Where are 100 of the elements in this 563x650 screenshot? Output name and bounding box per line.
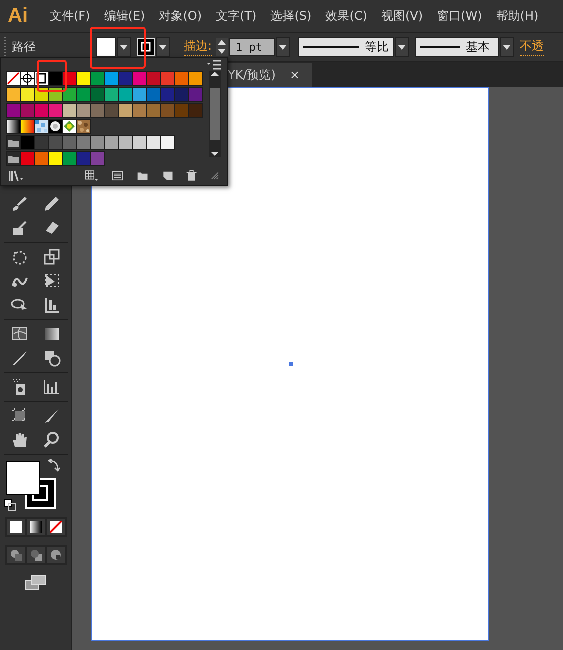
swatch[interactable] xyxy=(119,104,132,118)
brush-caret[interactable] xyxy=(500,37,514,57)
swatch[interactable] xyxy=(7,88,20,102)
swatch[interactable] xyxy=(21,136,34,150)
pencil-icon[interactable] xyxy=(42,195,60,213)
swatch[interactable] xyxy=(21,104,34,118)
none-mode-button[interactable] xyxy=(46,519,64,535)
menu-item[interactable]: 对象(O) xyxy=(159,8,202,24)
swatch[interactable] xyxy=(175,72,188,86)
swatch[interactable] xyxy=(7,72,20,86)
swatch[interactable] xyxy=(147,72,160,86)
swatch[interactable] xyxy=(161,104,174,118)
stroke-dropdown[interactable] xyxy=(156,37,170,57)
swatch[interactable] xyxy=(77,120,90,134)
zoom-icon[interactable] xyxy=(42,431,60,449)
swatch[interactable] xyxy=(105,104,118,118)
menu-item[interactable]: 窗口(W) xyxy=(437,8,482,24)
draw-normal-button[interactable] xyxy=(6,547,24,563)
swatch[interactable] xyxy=(189,88,202,102)
grid-view-icon[interactable] xyxy=(84,168,100,183)
menu-item[interactable]: 视图(V) xyxy=(381,8,424,24)
swatch[interactable] xyxy=(91,88,104,102)
swatch[interactable] xyxy=(133,104,146,118)
swatch[interactable] xyxy=(49,120,62,134)
swatch[interactable] xyxy=(161,72,174,86)
trash-icon[interactable] xyxy=(186,169,198,182)
stroke-weight-field[interactable]: 1 pt xyxy=(229,38,276,56)
swatch[interactable] xyxy=(119,88,132,102)
mesh-icon[interactable] xyxy=(10,325,28,343)
stepper-icon[interactable] xyxy=(216,38,228,56)
swatch[interactable] xyxy=(21,88,34,102)
swatch[interactable] xyxy=(63,136,76,150)
scrollbar[interactable] xyxy=(209,71,221,158)
column-graph-icon[interactable] xyxy=(42,378,60,396)
scroll-up-icon[interactable] xyxy=(211,71,219,78)
swatch[interactable] xyxy=(63,88,76,102)
swatch[interactable] xyxy=(21,152,34,166)
default-colors-icon[interactable] xyxy=(4,499,16,511)
swatch[interactable] xyxy=(119,72,132,86)
shaper-icon[interactable] xyxy=(10,219,28,237)
swatch[interactable] xyxy=(77,104,90,118)
swatch[interactable] xyxy=(7,120,20,134)
swatch[interactable] xyxy=(35,120,48,134)
gradient-mode-button[interactable] xyxy=(26,519,44,535)
list-icon[interactable] xyxy=(112,170,124,182)
fill-swatch[interactable] xyxy=(96,37,116,57)
swatch[interactable] xyxy=(35,104,48,118)
resize-grip-icon[interactable] xyxy=(210,170,219,181)
swatch[interactable] xyxy=(147,136,160,150)
new-swatch-icon[interactable] xyxy=(162,170,174,182)
swatch[interactable] xyxy=(147,88,160,102)
library-icon[interactable] xyxy=(9,168,26,183)
swatch[interactable] xyxy=(133,136,146,150)
swatch[interactable] xyxy=(119,136,132,150)
menu-item[interactable]: 选择(S) xyxy=(270,8,312,24)
swatch[interactable] xyxy=(105,88,118,102)
draw-inside-button[interactable] xyxy=(46,547,64,563)
swatch[interactable] xyxy=(49,104,62,118)
scale-icon[interactable] xyxy=(42,248,60,266)
brush-dropdown[interactable]: 基本 xyxy=(415,37,500,57)
stroke-link[interactable]: 描边: xyxy=(184,38,212,56)
weight-dropdown[interactable] xyxy=(276,37,290,57)
swatch[interactable] xyxy=(63,152,76,166)
swatch[interactable] xyxy=(35,152,48,166)
menu-item[interactable]: 文字(T) xyxy=(216,8,257,24)
blend-icon[interactable] xyxy=(42,349,60,367)
swatch[interactable] xyxy=(133,72,146,86)
swatch[interactable] xyxy=(63,104,76,118)
menu-item[interactable]: 效果(C) xyxy=(326,8,368,24)
fill-dropdown[interactable] xyxy=(117,37,131,57)
folder-icon[interactable] xyxy=(137,170,149,182)
swatch[interactable] xyxy=(21,72,34,86)
swatch[interactable] xyxy=(77,136,90,150)
draw-behind-button[interactable] xyxy=(26,547,44,563)
swatch[interactable] xyxy=(133,88,146,102)
folder-icon[interactable] xyxy=(7,152,20,166)
swatch[interactable] xyxy=(21,120,34,134)
hand-icon[interactable] xyxy=(10,431,28,449)
swatch[interactable] xyxy=(161,88,174,102)
swatch[interactable] xyxy=(49,72,62,86)
menu-item[interactable]: 编辑(E) xyxy=(104,8,146,24)
swap-arrow-icon[interactable] xyxy=(48,459,60,473)
screen-mode-icon[interactable] xyxy=(24,575,46,591)
panel-menu-icon[interactable] xyxy=(207,60,221,70)
swatch[interactable] xyxy=(49,136,62,150)
profile-caret[interactable] xyxy=(395,37,410,57)
swatch[interactable] xyxy=(49,152,62,166)
fill-stroke-drawing[interactable] xyxy=(6,461,56,511)
swatch[interactable] xyxy=(91,104,104,118)
swatch[interactable] xyxy=(105,136,118,150)
close-tab-button[interactable]: × xyxy=(290,68,300,82)
swatch[interactable] xyxy=(189,104,202,118)
menu-item[interactable]: 文件(F) xyxy=(50,8,90,24)
swatch[interactable] xyxy=(91,136,104,150)
swatch[interactable] xyxy=(147,104,160,118)
swatch[interactable] xyxy=(175,104,188,118)
swatch[interactable] xyxy=(35,136,48,150)
swatch[interactable] xyxy=(7,104,20,118)
scroll-down-icon[interactable] xyxy=(211,151,219,158)
swatch[interactable] xyxy=(91,152,104,166)
